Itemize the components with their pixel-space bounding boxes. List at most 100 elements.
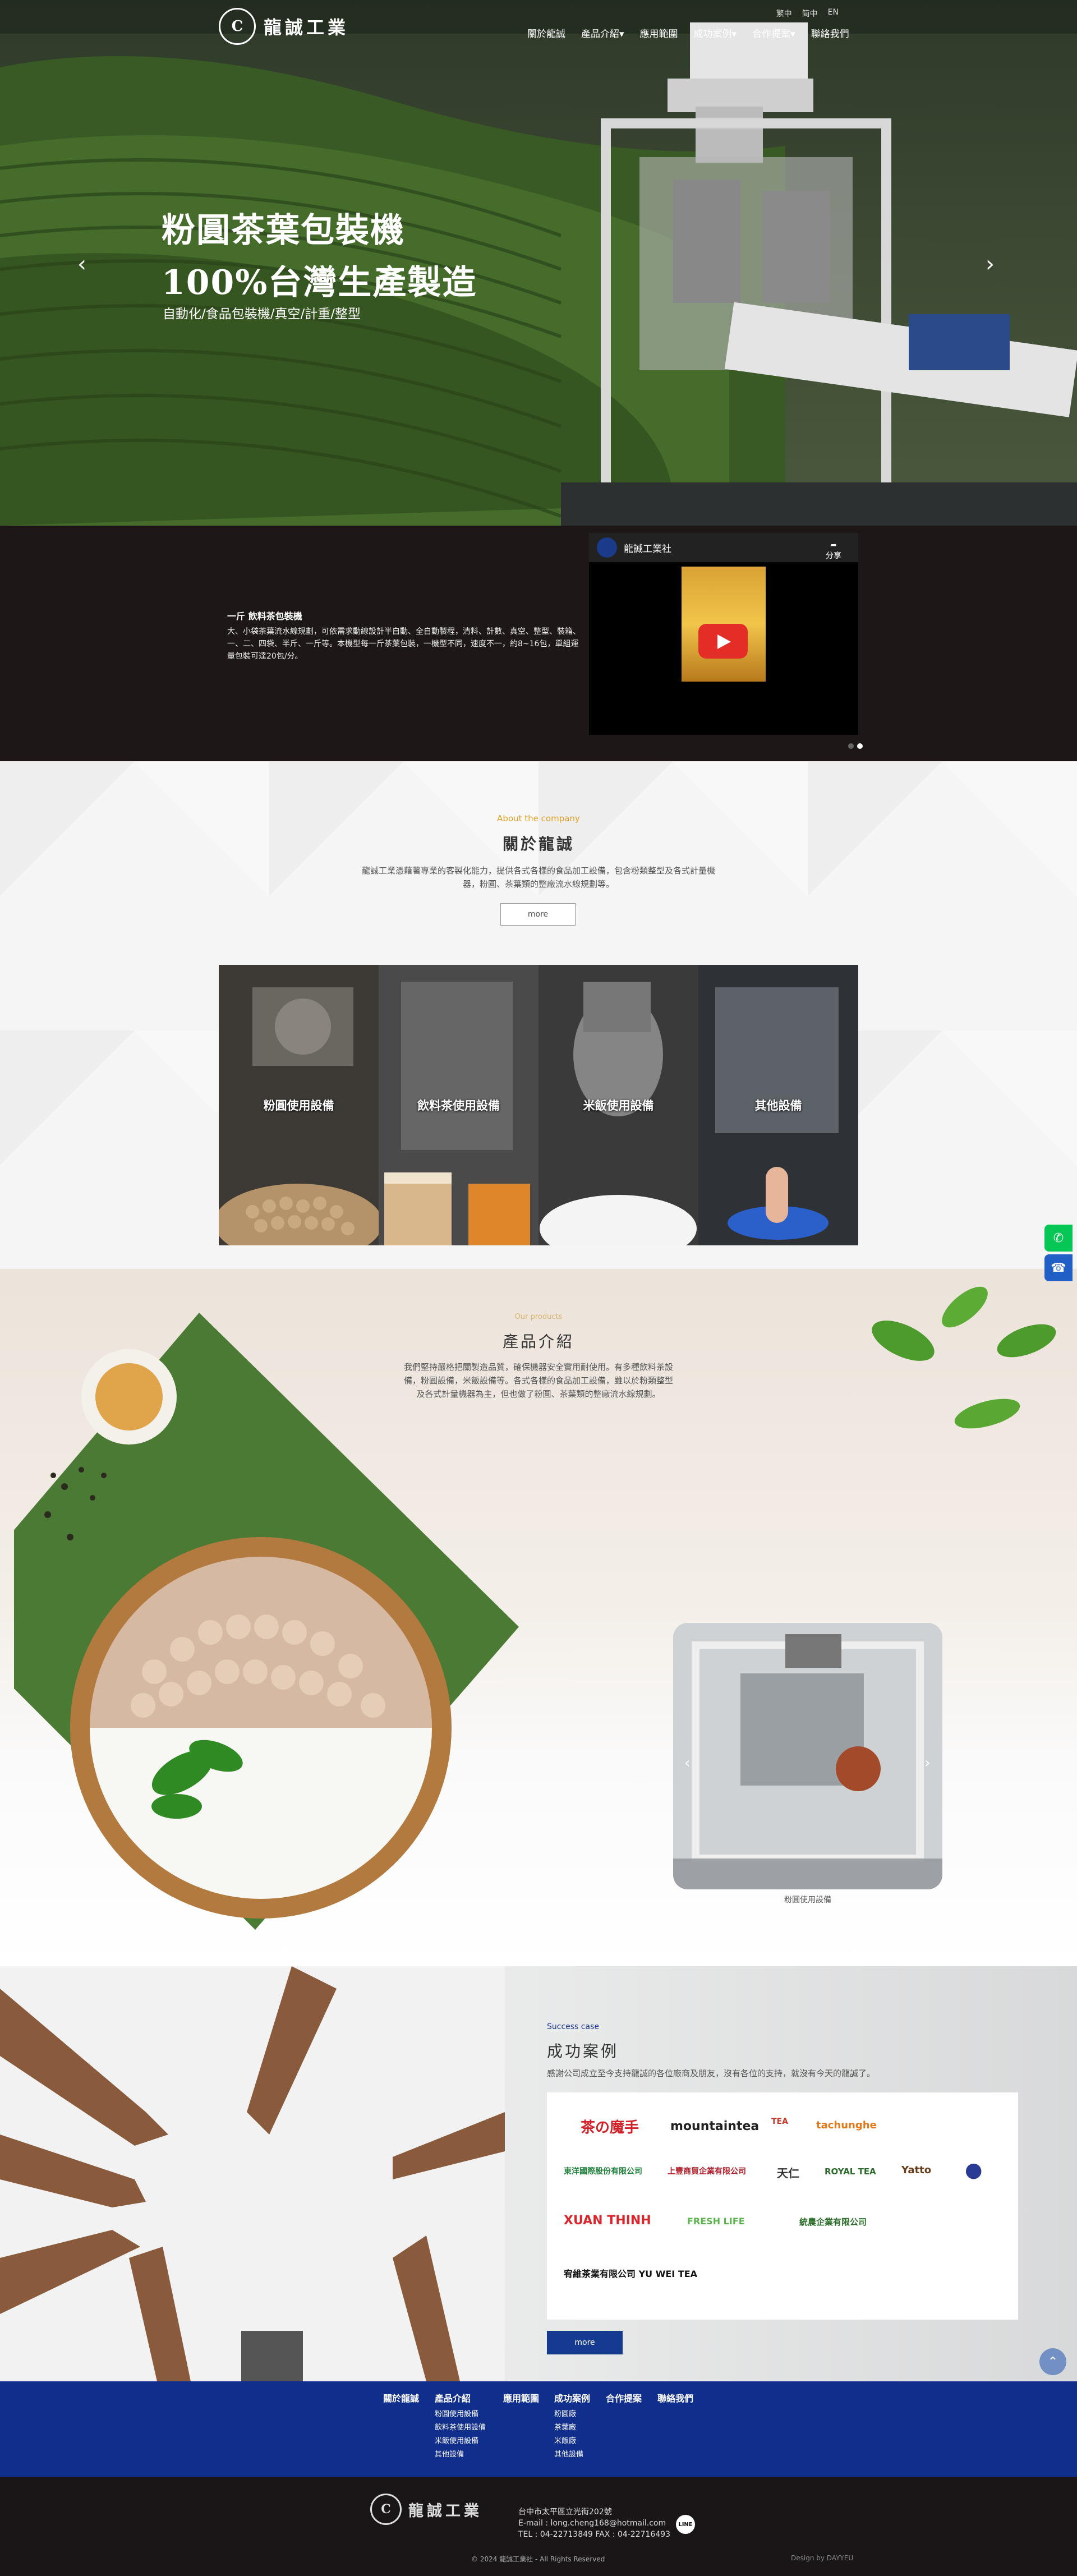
tapioca-rice-bowl-image xyxy=(14,1313,519,1930)
lang-link[interactable]: 简中 xyxy=(802,8,818,19)
category-label: 其他設備 xyxy=(754,1098,802,1112)
tea-leaves-decoration xyxy=(872,1286,1056,1429)
footer-logo[interactable]: C 龍誠工業 xyxy=(370,2494,482,2525)
client-logo: 宥維茶業有限公司 YU WEI TEA xyxy=(564,2269,698,2279)
category-label: 粉圓使用設備 xyxy=(263,1098,334,1112)
top-navigation: C 龍誠工業 繁中 简中 EN 關於龍誠 產品介紹▾ 應用範圍 成功案例▾ 合作… xyxy=(0,0,1077,62)
client-logo: ROYAL TEA xyxy=(825,2166,876,2177)
designer-credit[interactable]: Design by DAYYEU xyxy=(791,2554,853,2562)
footer-sublink[interactable]: 飲料茶使用設備 xyxy=(435,2421,486,2435)
next-product-icon[interactable]: › xyxy=(924,1755,930,1772)
footer-sublink[interactable]: 其他設備 xyxy=(554,2448,583,2462)
client-logo: FRESH LIFE xyxy=(687,2216,745,2227)
client-logo: Yatto xyxy=(901,2164,932,2176)
client-logo: 上豐商貿企業有限公司 xyxy=(668,2167,746,2176)
share-label: 分享 xyxy=(826,551,841,560)
caret-down-icon: ▾ xyxy=(790,29,795,40)
menu-label: 合作提案 xyxy=(752,29,791,40)
footer-link-cases[interactable]: 成功案例 xyxy=(554,2391,590,2404)
intro-heading: 一斤 飲料茶包裝機 xyxy=(227,611,302,622)
share-button[interactable]: ➦ 分享 xyxy=(826,541,841,561)
caret-down-icon: ▾ xyxy=(619,29,624,40)
logo-mark-icon: C xyxy=(370,2494,402,2525)
footer-link-applications[interactable]: 應用範圍 xyxy=(503,2391,539,2404)
menu-item-products[interactable]: 產品介紹▾ xyxy=(581,26,624,40)
menu-label: 成功案例 xyxy=(693,29,732,40)
client-logo: 天仁 xyxy=(777,2166,799,2180)
footer-sublink[interactable]: 粉圓使用設備 xyxy=(435,2408,486,2421)
copyright: © 2024 龍誠工業社 - All Rights Reserved xyxy=(471,2555,605,2563)
line-chat-icon[interactable]: ✆ xyxy=(1044,1225,1073,1252)
menu-item-applications[interactable]: 應用範圍 xyxy=(640,26,678,40)
success-title: 成功案例 xyxy=(547,2042,619,2060)
lang-link[interactable]: EN xyxy=(828,8,839,19)
brand-name: 龍誠工業 xyxy=(264,17,349,38)
slide-dot[interactable] xyxy=(848,743,854,749)
client-logo: tachunghe xyxy=(816,2119,877,2131)
products-eyebrow: Our products xyxy=(514,1313,563,1321)
footer-sublink[interactable]: 其他設備 xyxy=(435,2448,486,2462)
footer-link-contact[interactable]: 聯絡我們 xyxy=(657,2391,693,2404)
packaging-machine-image xyxy=(561,22,1077,526)
about-title: 關於龍誠 xyxy=(502,835,574,853)
about-more-button[interactable]: more xyxy=(500,903,576,926)
category-tea-drink[interactable]: 飲料茶使用設備 xyxy=(379,965,538,1245)
hero-subtitle: 自動化/食品包裝機/真空/計重/整型 xyxy=(163,307,361,321)
channel-avatar xyxy=(597,537,617,558)
phone-icon[interactable]: ☎ xyxy=(1044,1254,1073,1281)
category-tapioca[interactable]: 粉圓使用設備 xyxy=(219,965,379,1245)
success-eyebrow: Success case xyxy=(547,2022,599,2031)
footer-sublink[interactable]: 茶葉廠 xyxy=(554,2421,583,2435)
product-carousel[interactable] xyxy=(673,1623,942,1889)
slide-dot-active[interactable] xyxy=(857,743,863,749)
footer-phone: TEL : 04-22713849 FAX : 04-22716493 xyxy=(518,2530,671,2539)
site-logo[interactable]: C 龍誠工業 xyxy=(219,8,349,45)
footer-address: 台中市太平區立光街202號 xyxy=(518,2508,612,2517)
client-logo: ● xyxy=(965,2159,983,2182)
client-logo: XUAN THINH xyxy=(564,2214,651,2228)
footer-link-products[interactable]: 產品介紹 xyxy=(435,2391,471,2404)
client-logo-wall: 茶の魔手 mountaintea TEA tachunghe 東洋國際股份有限公… xyxy=(547,2092,1018,2320)
footer-cases-list: 粉圓廠 茶葉廠 米飯廠 其他設備 xyxy=(554,2408,583,2462)
products-title: 產品介紹 xyxy=(502,1332,574,1351)
menu-item-cases[interactable]: 成功案例▾ xyxy=(694,26,737,40)
footer-sublink[interactable]: 粉圓廠 xyxy=(554,2408,583,2421)
video-title[interactable]: 龍誠工業社 xyxy=(624,541,671,555)
product-card-label: 粉圓使用設備 xyxy=(784,1896,831,1905)
about-text: 龍誠工業憑藉著專業的客製化能力，提供各式各樣的食品加工設備，包含粉類整型及各式計… xyxy=(361,866,715,889)
youtube-video[interactable]: 龍誠工業社 ➦ 分享 xyxy=(589,533,858,735)
prev-slide-icon[interactable]: ‹ xyxy=(77,251,86,277)
line-icon[interactable]: LINE xyxy=(676,2515,695,2534)
footer-link-about[interactable]: 關於龍誠 xyxy=(383,2391,419,2404)
client-logo: 茶の魔手 xyxy=(581,2119,639,2136)
logo-mark-icon: C xyxy=(219,8,256,45)
footer-email[interactable]: E-mail : long.cheng168@hotmail.com xyxy=(518,2518,670,2529)
category-grid: 粉圓使用設備 飲料茶使用設備 米飯使用設備 其他設備 xyxy=(219,965,858,1245)
lang-link[interactable]: 繁中 xyxy=(776,8,792,19)
success-more-button[interactable]: more xyxy=(547,2331,623,2354)
category-label: 飲料茶使用設備 xyxy=(417,1098,500,1112)
menu-item-partnership[interactable]: 合作提案▾ xyxy=(752,26,795,40)
back-to-top-icon[interactable]: ⌃ xyxy=(1039,2348,1066,2375)
success-text: 感謝公司成立至今支持龍誠的各位廠商及朋友，沒有各位的支持，就沒有今天的龍誠了。 xyxy=(547,2068,876,2078)
category-other[interactable]: 其他設備 xyxy=(698,965,858,1245)
about-eyebrow: About the company xyxy=(497,813,580,824)
category-rice[interactable]: 米飯使用設備 xyxy=(538,965,698,1245)
menu-label: 產品介紹 xyxy=(581,29,619,40)
footer-link-partnership[interactable]: 合作提案 xyxy=(606,2391,642,2404)
footer-sublink[interactable]: 米飯廠 xyxy=(554,2435,583,2448)
product-machine-image xyxy=(673,1623,942,1889)
next-slide-icon[interactable]: › xyxy=(986,251,995,277)
footer-sublink[interactable]: 米飯使用設備 xyxy=(435,2435,486,2448)
menu-item-contact[interactable]: 聯絡我們 xyxy=(811,26,849,40)
video-header: 龍誠工業社 xyxy=(589,533,858,562)
category-label: 米飯使用設備 xyxy=(583,1098,654,1112)
language-switcher: 繁中 简中 EN xyxy=(776,8,839,19)
prev-product-icon[interactable]: ‹ xyxy=(684,1755,690,1772)
intro-text: 大、小袋茶葉流水線規劃，可依需求動線設計半自動、全自動製程，清料、計數、真空、整… xyxy=(227,627,581,661)
client-logo: 統農企業有限公司 xyxy=(799,2217,867,2227)
footer-brand-name: 龍誠工業 xyxy=(408,2502,482,2520)
menu-item-about[interactable]: 關於龍誠 xyxy=(527,26,565,40)
play-icon[interactable] xyxy=(698,624,748,659)
client-logo: mountaintea xyxy=(670,2119,760,2133)
